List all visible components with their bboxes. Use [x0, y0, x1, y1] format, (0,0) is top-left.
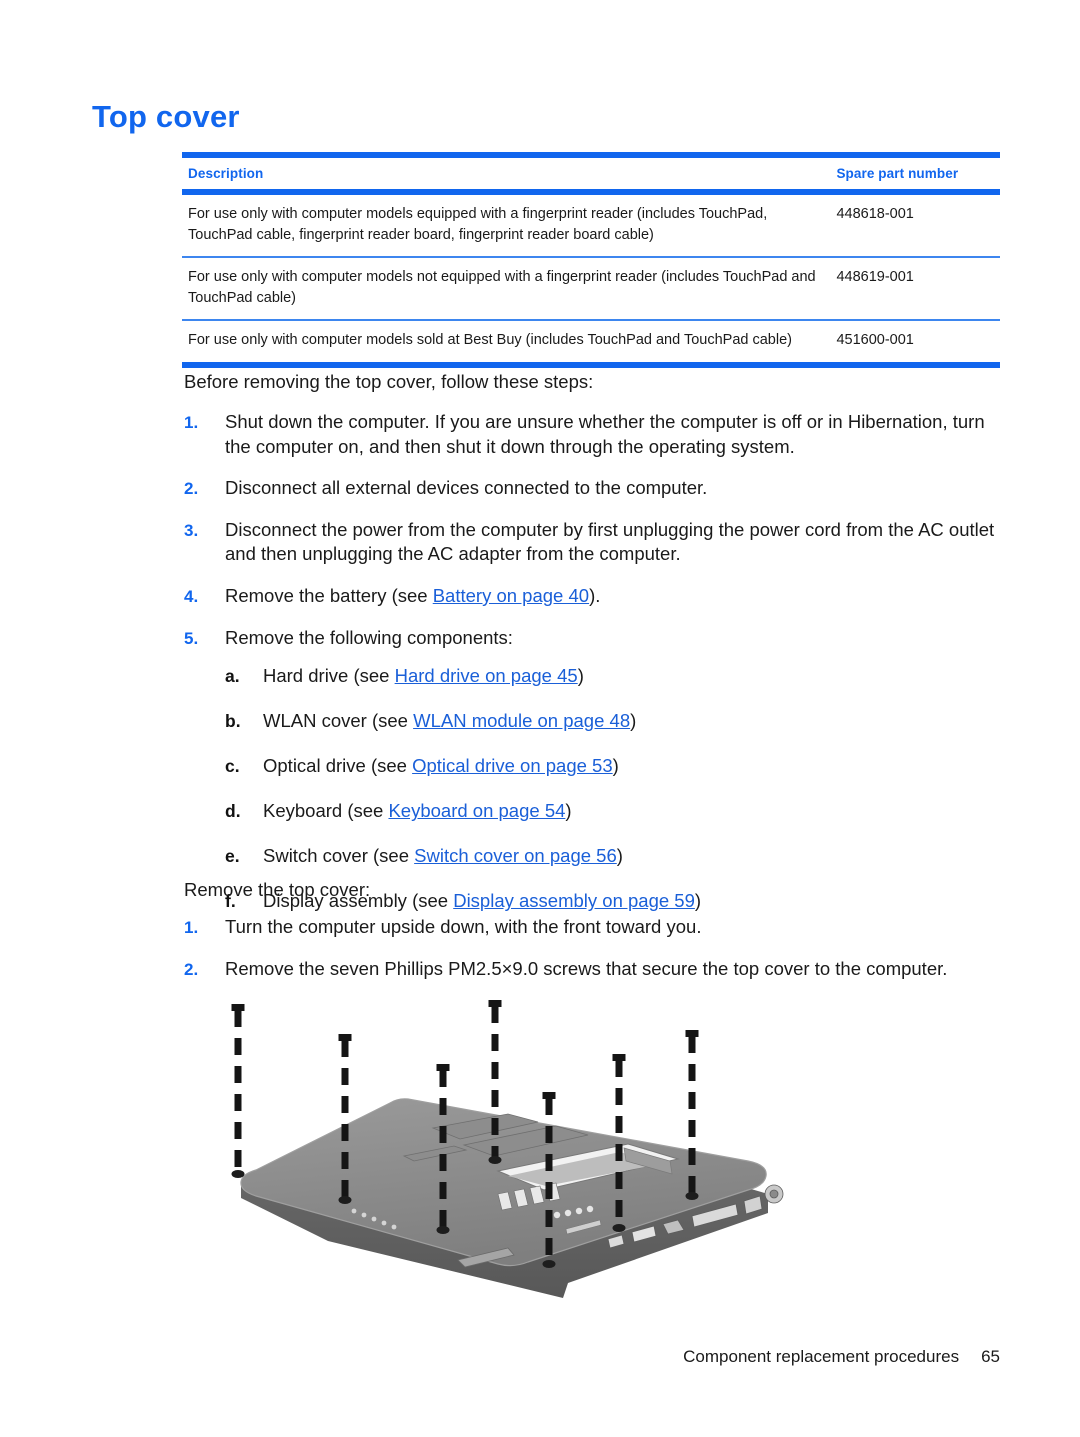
step-marker: 3. [184, 520, 199, 540]
page-footer: Component replacement procedures 65 [0, 1347, 1000, 1367]
sub-step-marker: b. [225, 711, 241, 732]
cross-reference-link-display-assembly[interactable]: Display assembly on page 59 [453, 890, 695, 911]
step-item: 1. Turn the computer upside down, with t… [184, 915, 1014, 940]
cross-reference-link-battery[interactable]: Battery on page 40 [433, 585, 589, 606]
base-enclosure [240, 1098, 784, 1298]
step-text: Disconnect the power from the computer b… [225, 518, 995, 565]
remove-top-cover-step-list: 1. Turn the computer upside down, with t… [184, 915, 1014, 998]
sub-step-prefix: Hard drive (see [263, 665, 395, 687]
component-sub-list: a. Hard drive (see Hard drive on page 45… [225, 664, 1014, 913]
column-header-description: Description [188, 166, 264, 181]
sub-step-suffix: ) [577, 665, 584, 687]
cross-reference-link-switch-cover[interactable]: Switch cover on page 56 [414, 845, 617, 866]
cross-reference-link-keyboard[interactable]: Keyboard on page 54 [388, 800, 565, 821]
before-removing-intro: Before removing the top cover, follow th… [184, 371, 594, 392]
step-text-suffix: ). [589, 584, 601, 606]
table-row: For use only with computer models equipp… [182, 195, 1000, 256]
step-item: 1. Shut down the computer. If you are un… [184, 410, 1014, 459]
table-header-row: Description Spare part number [182, 158, 1000, 189]
spare-parts-table: Description Spare part number For use on… [182, 152, 1000, 368]
sub-step-item: c. Optical drive (see Optical drive on p… [225, 754, 1014, 778]
table-row: For use only with computer models not eq… [182, 258, 1000, 319]
step-marker: 1. [184, 413, 199, 432]
page-title: Top cover [92, 99, 240, 134]
sub-step-prefix: Switch cover (see [263, 845, 415, 867]
step-text: Shut down the computer. If you are unsur… [225, 411, 985, 457]
screw-callout-1 [231, 1004, 245, 1178]
step-text: Remove the following components: [225, 626, 513, 648]
sub-step-suffix: ) [612, 755, 619, 777]
cell-description: For use only with computer models sold a… [188, 332, 792, 349]
sub-step-item: b. WLAN cover (see WLAN module on page 4… [225, 709, 1014, 733]
sub-step-marker: a. [225, 666, 240, 687]
sub-step-prefix: Keyboard (see [263, 800, 389, 822]
cell-spare-part-number: 448618-001 [836, 206, 914, 222]
step-item: 4. Remove the battery (see Battery on pa… [184, 584, 1014, 609]
cross-reference-link-optical-drive[interactable]: Optical drive on page 53 [412, 755, 613, 776]
step-marker: 2. [184, 479, 199, 499]
step-item: 2. Disconnect all external devices conne… [184, 476, 1014, 501]
table-row: For use only with computer models sold a… [182, 321, 1000, 362]
step-text: Turn the computer upside down, with the … [225, 916, 702, 937]
document-page: Top cover Description Spare part number … [0, 0, 1080, 1437]
table-body: For use only with computer models equipp… [182, 195, 1000, 362]
sub-step-text: Keyboard (see Keyboard on page 54) [263, 799, 1014, 823]
sub-step-suffix: ) [630, 710, 637, 732]
step-item: 2. Remove the seven Phillips PM2.5×9.0 s… [184, 957, 1014, 982]
cross-reference-link-hard-drive[interactable]: Hard drive on page 45 [395, 665, 578, 686]
footer-chapter-title: Component replacement procedures [683, 1347, 960, 1366]
cell-spare-part-number: 451600-001 [836, 332, 914, 349]
step-marker: 5. [184, 628, 199, 648]
sub-step-suffix: ) [565, 800, 572, 822]
cell-description: For use only with computer models not eq… [188, 269, 816, 306]
cell-spare-part-number: 448619-001 [836, 269, 914, 286]
sub-step-marker: d. [225, 801, 241, 822]
cell-description: For use only with computer models equipp… [188, 206, 768, 243]
step-text: Disconnect all external devices connecte… [225, 477, 708, 499]
laptop-base-illustration [231, 1000, 784, 1298]
step-text: Remove the battery (see Battery on page … [225, 584, 1014, 609]
sub-step-marker: e. [225, 846, 240, 867]
remove-top-cover-intro: Remove the top cover: [184, 879, 371, 900]
sub-step-text: Optical drive (see Optical drive on page… [263, 754, 1014, 778]
sub-step-prefix: WLAN cover (see [263, 710, 414, 732]
sub-step-suffix: ) [694, 890, 702, 912]
step-marker: 2. [184, 959, 199, 979]
sub-step-item: e. Switch cover (see Switch cover on pag… [225, 844, 1014, 868]
sub-step-prefix: Optical drive (see [263, 755, 413, 777]
sub-step-text: Switch cover (see Switch cover on page 5… [263, 844, 1014, 868]
sub-step-marker: c. [225, 756, 240, 777]
step-text: Remove the seven Phillips PM2.5×9.0 scre… [225, 957, 948, 979]
cross-reference-link-wlan-module[interactable]: WLAN module on page 48 [413, 710, 630, 731]
table-bottom-rule [182, 361, 1000, 368]
step-item: 3. Disconnect the power from the compute… [184, 518, 1014, 567]
figure-top-cover-screws [208, 998, 788, 1298]
footer-page-number: 65 [981, 1347, 1000, 1366]
step-text-prefix: Remove the battery (see [225, 584, 433, 606]
sub-step-item: d. Keyboard (see Keyboard on page 54) [225, 799, 1014, 823]
sub-step-text: WLAN cover (see WLAN module on page 48) [263, 709, 1014, 733]
sub-step-item: a. Hard drive (see Hard drive on page 45… [225, 664, 1014, 688]
sub-step-text: Display assembly (see Display assembly o… [263, 889, 1014, 913]
step-marker: 1. [184, 918, 199, 937]
sub-step-text: Hard drive (see Hard drive on page 45) [263, 664, 1014, 688]
step-marker: 4. [184, 586, 199, 606]
before-removing-step-list: 1. Shut down the computer. If you are un… [184, 410, 1014, 951]
sub-step-suffix: ) [616, 845, 623, 867]
column-header-spare-part-number: Spare part number [836, 166, 959, 181]
